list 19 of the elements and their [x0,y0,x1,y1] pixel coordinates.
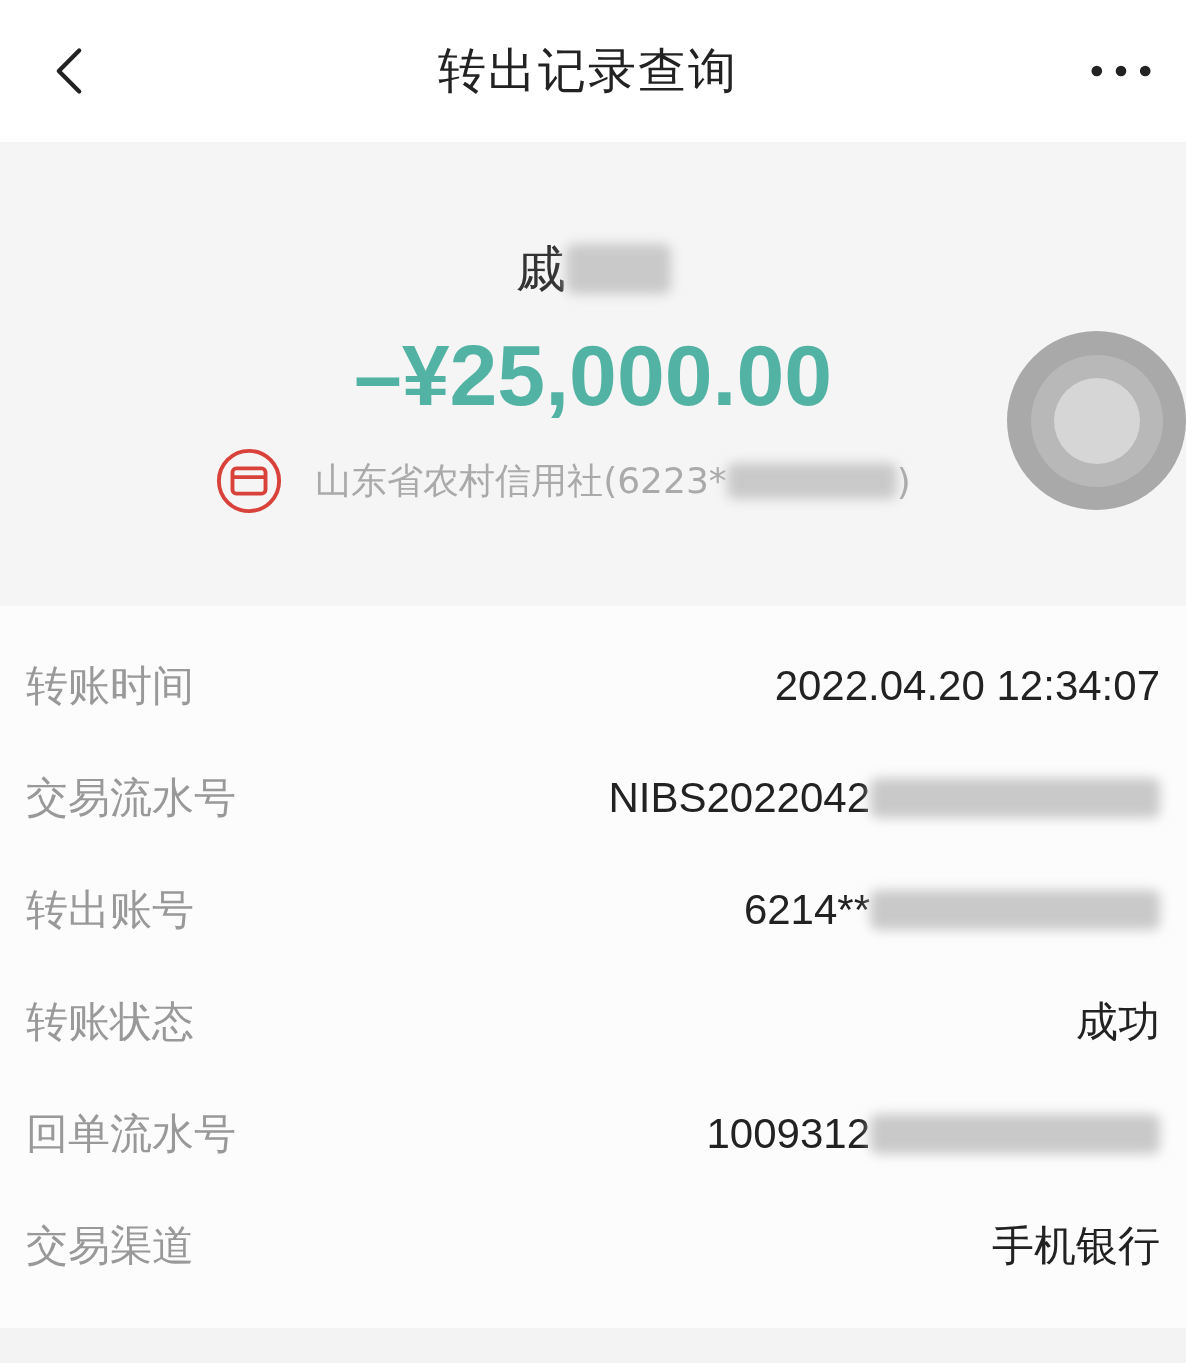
amount: –¥25,000.00 [353,326,833,425]
detail-value: 手机银行 [992,1221,1160,1271]
bank-account-suffix: ) [896,460,911,502]
card-icon [215,447,284,515]
detail-value: NIBS2022042 [608,774,870,822]
detail-label: 转账状态 [26,996,194,1048]
bank-account: 山东省农村信用社(6223* [315,458,727,503]
page-title: 转出记录查询 [438,41,738,100]
detail-value: 1009312 [706,1110,870,1158]
detail-value: 2022.04.20 12:34:07 [774,662,1160,710]
detail-label: 交易流水号 [26,772,236,824]
payee-name: 戚 [515,238,566,300]
detail-label: 回单流水号 [26,1108,236,1160]
detail-value: 6214** [743,886,870,934]
detail-value: 成功 [1076,997,1160,1047]
detail-label: 转出账号 [26,884,194,936]
detail-label: 转账时间 [26,660,194,712]
more-icon[interactable] [1090,64,1152,78]
detail-label: 交易渠道 [26,1220,194,1272]
